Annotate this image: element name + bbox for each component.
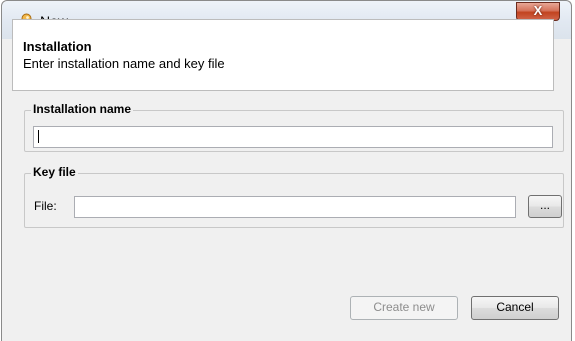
- key-file-label: Key file: [31, 165, 78, 179]
- close-icon: X: [533, 3, 543, 18]
- file-label: File:: [34, 199, 57, 213]
- browse-button[interactable]: ...: [528, 195, 562, 218]
- cancel-button[interactable]: Cancel: [471, 296, 559, 320]
- key-file-group: Key file File: ...: [24, 165, 564, 228]
- installation-name-label: Installation name: [31, 102, 134, 116]
- new-dialog-window: New X Installation Enter installation na…: [1, 0, 572, 341]
- installation-name-group: Installation name: [24, 102, 564, 152]
- installation-name-input[interactable]: [33, 126, 553, 148]
- header-title: Installation: [23, 39, 92, 54]
- text-caret: [38, 130, 39, 143]
- header-panel: Installation Enter installation name and…: [12, 19, 554, 91]
- create-new-button[interactable]: Create new: [350, 296, 458, 320]
- key-file-input[interactable]: [74, 196, 516, 218]
- header-subtitle: Enter installation name and key file: [23, 56, 225, 71]
